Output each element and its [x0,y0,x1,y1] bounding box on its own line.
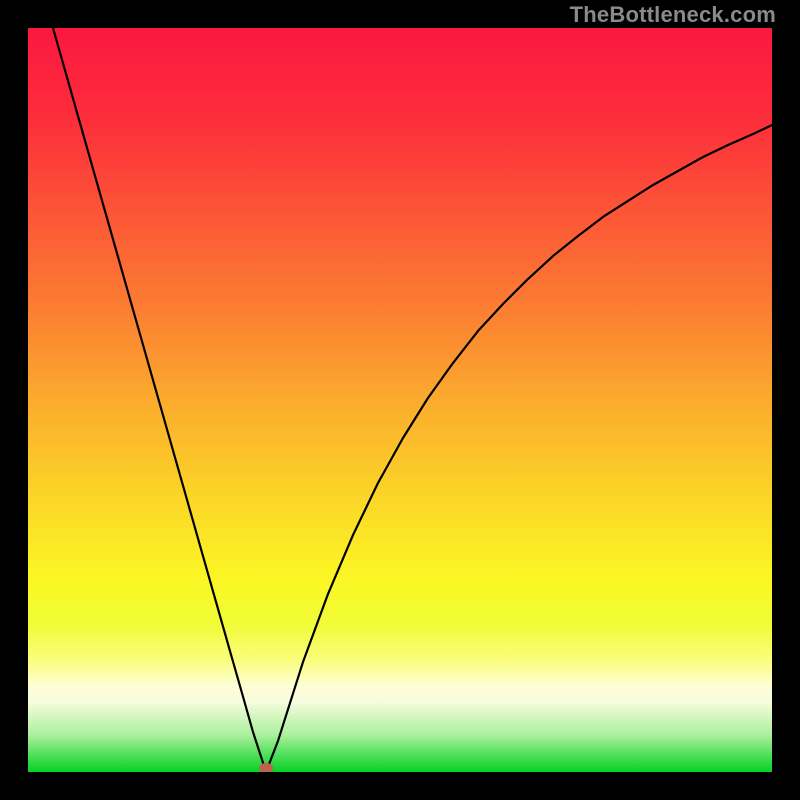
plot-area [28,28,772,772]
chart-svg [28,28,772,772]
gradient-background [28,28,772,772]
watermark-text: TheBottleneck.com [570,2,776,28]
chart-frame: TheBottleneck.com [0,0,800,800]
